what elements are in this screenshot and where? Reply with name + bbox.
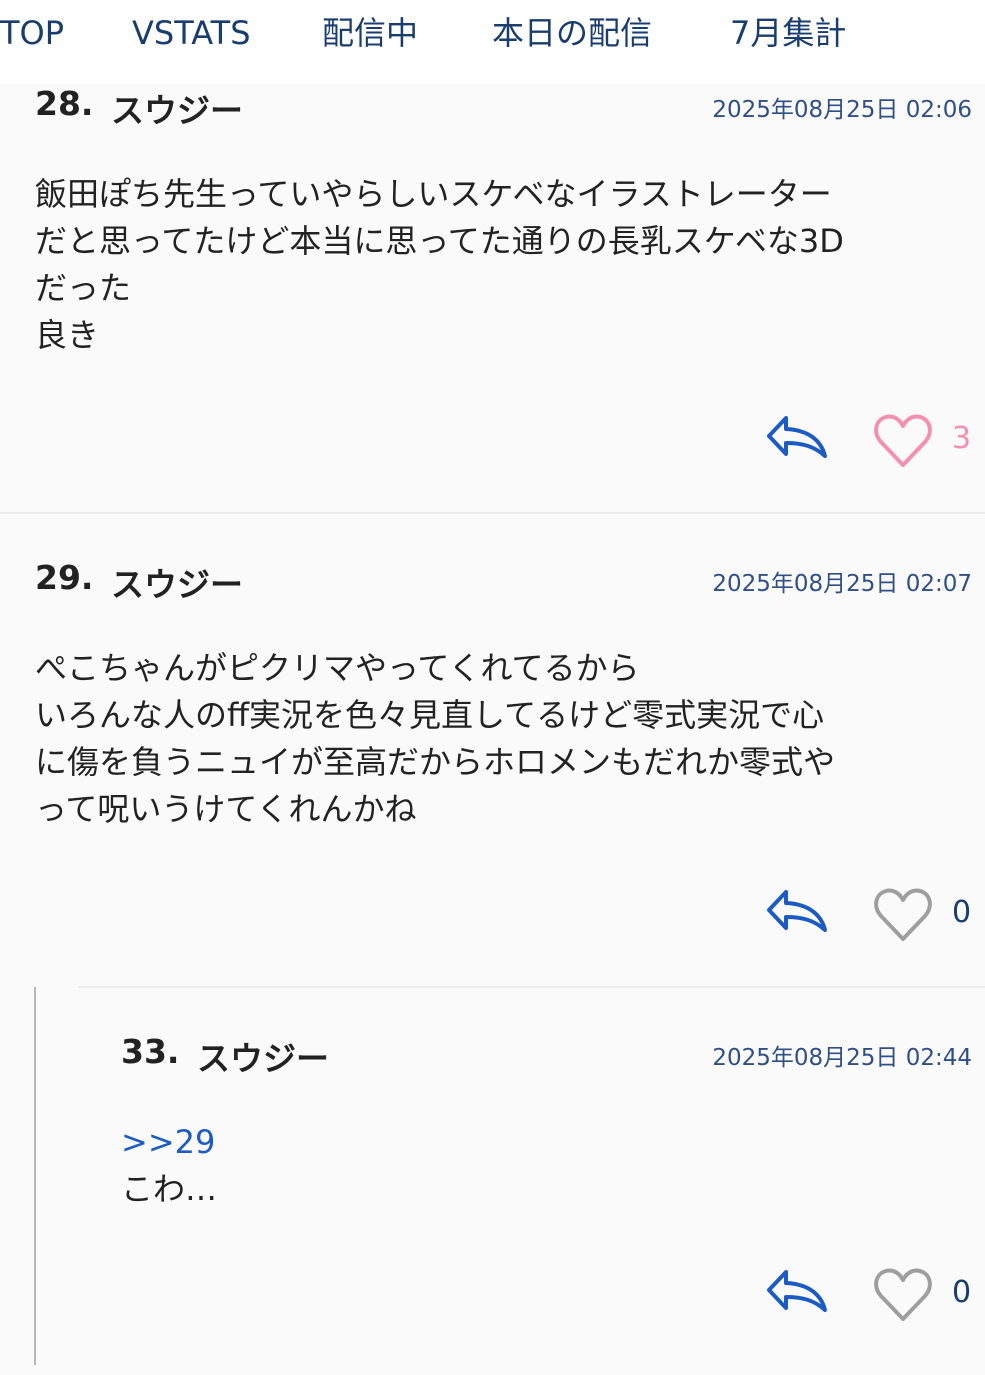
- reply-thread-line: [34, 987, 36, 1365]
- reply-arrow-icon: [767, 890, 827, 932]
- reply-button[interactable]: [766, 888, 830, 936]
- heart-outline-icon: [874, 888, 932, 941]
- comment-author[interactable]: スウジー: [111, 84, 243, 132]
- heart-outline-icon: [874, 414, 932, 467]
- nav-today[interactable]: 本日の配信: [492, 10, 652, 56]
- comment-divider: [0, 512, 985, 514]
- nav-vstats[interactable]: VSTATS: [132, 10, 251, 56]
- comment-text: こわ…: [121, 1170, 218, 1208]
- like-count: 3: [952, 421, 972, 456]
- nav-live[interactable]: 配信中: [322, 10, 418, 56]
- comment-date: 2025年08月25日 02:07: [712, 571, 972, 597]
- like-button[interactable]: [873, 1265, 933, 1325]
- comment-author[interactable]: スウジー: [197, 1032, 329, 1080]
- reply-button[interactable]: [766, 414, 830, 462]
- reply-arrow-icon: [767, 1270, 827, 1312]
- like-count: 0: [952, 1275, 972, 1310]
- nav-monthly[interactable]: 7月集計: [730, 10, 846, 56]
- nav-top[interactable]: TOP: [0, 10, 64, 56]
- like-button[interactable]: [873, 411, 933, 471]
- comment-body: 飯田ぽち先生っていやらしいスケベなイラストレーター だと思ってたけど本当に思って…: [35, 175, 844, 354]
- reply-button[interactable]: [766, 1268, 830, 1316]
- comment-body: ぺこちゃんがピクリマやってくれてるから いろんな人のff実況を色々見直してるけど…: [35, 649, 836, 828]
- top-navigation: TOP VSTATS 配信中 本日の配信 7月集計: [0, 0, 985, 84]
- reply-anchor-link[interactable]: >>29: [121, 1119, 217, 1166]
- comment-date: 2025年08月25日 02:06: [712, 97, 972, 123]
- like-button[interactable]: [873, 885, 933, 945]
- reply-arrow-icon: [767, 416, 827, 458]
- comment-number: 29.: [35, 558, 94, 597]
- comment-number: 28.: [35, 84, 94, 123]
- comment-date: 2025年08月25日 02:44: [712, 1045, 972, 1071]
- like-count: 0: [952, 895, 972, 930]
- comment-body: >>29 こわ…: [121, 1119, 217, 1213]
- heart-outline-icon: [874, 1268, 932, 1321]
- comment-number: 33.: [121, 1032, 180, 1071]
- reply-divider: [78, 986, 985, 988]
- comment-author[interactable]: スウジー: [111, 558, 243, 606]
